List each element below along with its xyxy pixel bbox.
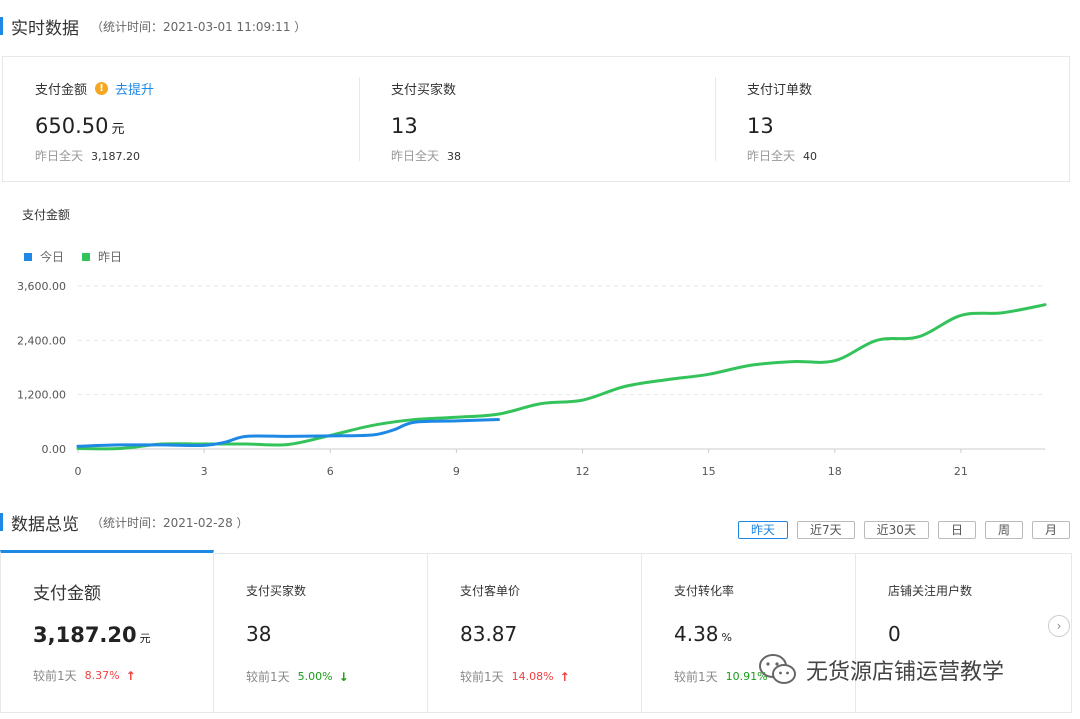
wechat-icon [759, 654, 796, 684]
range-month-button[interactable]: 月 [1031, 521, 1070, 539]
x-tick-label: 3 [201, 465, 208, 478]
rt-metric-value: 13 [391, 114, 418, 138]
ov-card-unit: % [721, 631, 732, 644]
legend-swatch [82, 252, 91, 261]
arrow-up-icon: ↑ [125, 668, 136, 683]
arrow-up-icon: ↑ [559, 669, 570, 684]
ov-cmp-pct: 8.37% [84, 669, 120, 682]
series-line-yesterday [76, 303, 1047, 451]
ov-card-label: 支付金额 [33, 584, 101, 604]
chevron-right-icon[interactable]: › [1048, 615, 1070, 637]
rt-yest-label: 昨日全天 [35, 149, 84, 163]
ov-card-label: 支付客单价 [460, 584, 521, 598]
series-line-today [76, 418, 500, 448]
ov-card-unit: 元 [139, 632, 151, 645]
ov-cmp-label: 较前1天 [674, 670, 718, 684]
legend-item-yesterday[interactable]: 昨日 [82, 248, 122, 265]
x-tick-label: 18 [828, 465, 842, 478]
rt-metric-unit: 元 [111, 122, 125, 137]
ov-card-shop-followers[interactable]: 店铺关注用户数 0 [856, 553, 1072, 713]
rt-yest-value: 38 [447, 150, 462, 163]
ov-card-pay-buyers[interactable]: 支付买家数 38 较前1天 5.00% ↓ [214, 553, 428, 713]
rt-yest-value: 3,187.20 [91, 150, 140, 163]
ov-card-avg-order-value[interactable]: 支付客单价 83.87 较前1天 14.08% ↑ [428, 553, 642, 713]
overview-cards: 支付金额 3,187.20 元 较前1天 8.37% ↑ 支付买家数 38 较前1… [0, 550, 1072, 719]
pay-amount-line-chart: 0.00 1,200.00 2,400.00 3,600.00 0 3 6 9 12 15 18 21 [17, 280, 1047, 478]
x-tick-label: 6 [327, 465, 334, 478]
chart-title: 支付金额 [22, 208, 71, 222]
rt-metric-pay-orders: 支付订单数 13 昨日全天 40 [715, 57, 1071, 183]
x-tick-label: 0 [75, 465, 82, 478]
range-30days-button[interactable]: 近30天 [863, 521, 929, 539]
x-tick-label: 12 [576, 465, 590, 478]
arrow-down-icon: ↓ [338, 669, 349, 684]
rt-metric-value: 13 [747, 114, 774, 138]
ov-cmp-pct: 14.08% [511, 670, 554, 683]
rt-yest-label: 昨日全天 [391, 149, 440, 163]
date-range-selector: 昨天 近7天 近30天 日 周 月 [729, 521, 1070, 539]
section-accent-bar [0, 17, 3, 35]
legend-item-today[interactable]: 今日 [24, 248, 64, 265]
realtime-title: 实时数据 [11, 18, 79, 39]
overview-stat-time: （统计时间：2021-02-28 ） [91, 515, 249, 530]
ov-card-conversion-rate[interactable]: 支付转化率 4.38% 较前1天 10.91% [642, 553, 856, 713]
realtime-card: 支付金额 ! 去提升 650.50 元 昨日全天 3,187.20 支付买家数 13… [2, 56, 1070, 182]
legend-label: 昨日 [98, 250, 123, 264]
rt-yest-label: 昨日全天 [747, 149, 796, 163]
ov-cmp-label: 较前1天 [33, 669, 77, 683]
rt-metric-value: 650.50 [35, 114, 109, 138]
rt-metric-pay-amount: 支付金额 ! 去提升 650.50 元 昨日全天 3,187.20 [3, 57, 359, 183]
section-accent-bar [0, 513, 3, 531]
ov-card-value: 0 [888, 622, 901, 646]
y-tick-label: 2,400.00 [17, 334, 66, 347]
realtime-stat-time: （统计时间：2021-03-01 11:09:11 ） [91, 19, 307, 34]
ov-card-value: 38 [246, 622, 272, 646]
improve-link[interactable]: 去提升 [115, 79, 154, 98]
ov-card-label: 店铺关注用户数 [888, 584, 973, 598]
divider [359, 77, 360, 161]
range-7days-button[interactable]: 近7天 [797, 521, 855, 539]
ov-card-label: 支付转化率 [674, 584, 735, 598]
divider [715, 77, 716, 161]
overview-title: 数据总览 [11, 514, 79, 535]
x-tick-label: 9 [453, 465, 460, 478]
y-tick-label: 1,200.00 [17, 389, 66, 402]
y-tick-label: 0.00 [42, 443, 67, 456]
rt-metric-pay-buyers: 支付买家数 13 昨日全天 38 [359, 57, 715, 183]
rt-yest-value: 40 [803, 150, 818, 163]
ov-card-value: 4.38 [674, 622, 719, 646]
range-day-button[interactable]: 日 [937, 521, 976, 539]
chart-legend: 今日 昨日 [24, 248, 140, 265]
ov-cmp-pct: 5.00% [297, 670, 333, 683]
x-tick-label: 15 [702, 465, 716, 478]
range-week-button[interactable]: 周 [984, 521, 1023, 539]
overview-header: 数据总览 （统计时间：2021-02-28 ） [0, 510, 249, 535]
legend-swatch [24, 252, 32, 261]
ov-card-label: 支付买家数 [246, 584, 307, 598]
warning-icon[interactable]: ! [95, 82, 109, 95]
ov-cmp-label: 较前1天 [246, 670, 290, 684]
realtime-header: 实时数据 （统计时间：2021-03-01 11:09:11 ） [0, 14, 307, 39]
range-yesterday-button[interactable]: 昨天 [738, 521, 789, 539]
watermark-text: 无货源店铺运营教学 [806, 660, 1005, 685]
ov-cmp-label: 较前1天 [460, 670, 504, 684]
x-tick-label: 21 [954, 465, 968, 478]
rt-metric-label: 支付金额 [35, 83, 88, 98]
y-tick-label: 3,600.00 [17, 280, 66, 293]
ov-card-value: 3,187.20 [33, 623, 137, 647]
ov-card-pay-amount[interactable]: 支付金额 3,187.20 元 较前1天 8.37% ↑ [0, 550, 214, 713]
legend-label: 今日 [40, 250, 65, 264]
rt-metric-label: 支付订单数 [747, 83, 813, 98]
rt-metric-label: 支付买家数 [391, 83, 457, 98]
ov-card-value: 83.87 [460, 622, 518, 646]
watermark: 无货源店铺运营教学 [758, 653, 1004, 687]
